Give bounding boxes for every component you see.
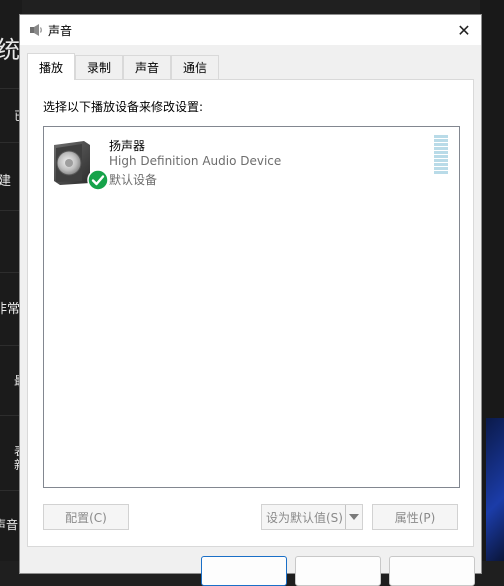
device-description: High Definition Audio Device <box>109 154 282 168</box>
background-text: 建 <box>0 174 12 189</box>
titlebar: 声音 ✕ <box>20 15 481 45</box>
volume-level-meter <box>434 135 448 175</box>
tab-sounds[interactable]: 声音 <box>123 55 171 79</box>
playback-panel: 选择以下播放设备来修改设置: 扬声器 High Definition Audio… <box>27 79 474 547</box>
device-name: 扬声器 <box>109 139 146 153</box>
tab-playback[interactable]: 播放 <box>27 53 75 80</box>
close-icon: ✕ <box>457 20 471 40</box>
wallpaper-corner <box>486 418 504 561</box>
properties-button[interactable]: 属性(P) <box>372 504 458 530</box>
tab-recording[interactable]: 录制 <box>75 55 123 79</box>
close-button[interactable]: ✕ <box>447 15 481 45</box>
check-icon <box>87 169 109 191</box>
sound-dialog: 声音 ✕ 播放 录制 声音 通信 选择以下播放设备来修改设置: 扬声器 High… <box>19 14 482 586</box>
device-list[interactable]: 扬声器 High Definition Audio Device 默认设备 <box>43 126 460 488</box>
chevron-down-icon[interactable] <box>345 505 362 529</box>
window-title: 声音 <box>48 24 73 38</box>
background-text: 声音 <box>0 518 19 532</box>
background-text: 统 <box>0 36 20 64</box>
set-default-button[interactable]: 设为默认值(S) <box>261 504 363 530</box>
set-default-label: 设为默认值(S) <box>266 510 343 525</box>
instruction-text: 选择以下播放设备来修改设置: <box>43 100 204 114</box>
configure-button[interactable]: 配置(C) <box>43 504 129 530</box>
tab-communications[interactable]: 通信 <box>171 55 219 79</box>
device-status: 默认设备 <box>109 173 158 187</box>
device-item-speakers[interactable]: 扬声器 High Definition Audio Device 默认设备 <box>44 127 459 191</box>
speaker-icon <box>30 24 42 36</box>
